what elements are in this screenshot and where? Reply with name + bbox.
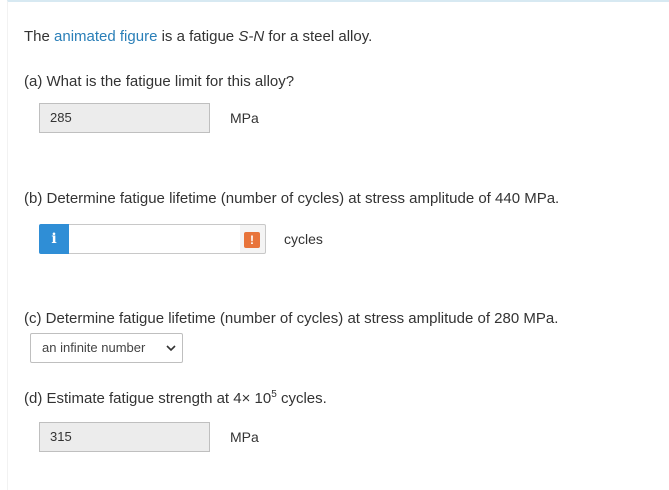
part-d-question-prefix: (d) Estimate fatigue strength at 4× 10 (24, 390, 272, 407)
intro-prefix: The (24, 28, 55, 45)
chevron-down-icon (166, 345, 176, 352)
intro-suffix: for a steel alloy. (264, 28, 373, 45)
part-b-question: (b) Determine fatigue lifetime (number o… (24, 190, 560, 207)
part-c-selected-option: an infinite number (42, 340, 146, 355)
part-b-unit: cycles (284, 231, 323, 247)
part-a-question: (a) What is the fatigue limit for this a… (24, 73, 295, 90)
part-d-answer-field: 315 (39, 422, 210, 452)
animated-figure-link[interactable]: animated figure (54, 28, 157, 45)
part-d-question: (d) Estimate fatigue strength at 4× 105 … (24, 389, 327, 409)
part-a-unit: MPa (230, 110, 259, 126)
warning-icon: ! (244, 232, 260, 248)
question-panel: The animated figure is a fatigue S-N for… (7, 0, 669, 490)
warning-button[interactable]: ! (240, 224, 266, 254)
intro-text: The animated figure is a fatigue S-N for… (24, 27, 372, 47)
part-c-answer-select[interactable]: an infinite number (30, 333, 183, 363)
part-b-cycles-input[interactable] (69, 224, 240, 254)
intro-sn-term: S-N (238, 28, 265, 45)
part-c-question: (c) Determine fatigue lifetime (number o… (24, 310, 559, 327)
intro-middle: is a fatigue (157, 28, 239, 45)
part-d-unit: MPa (230, 429, 259, 445)
part-a-answer-field: 285 (39, 103, 210, 133)
info-icon[interactable]: i (39, 224, 69, 254)
part-d-question-suffix: cycles. (276, 390, 327, 407)
